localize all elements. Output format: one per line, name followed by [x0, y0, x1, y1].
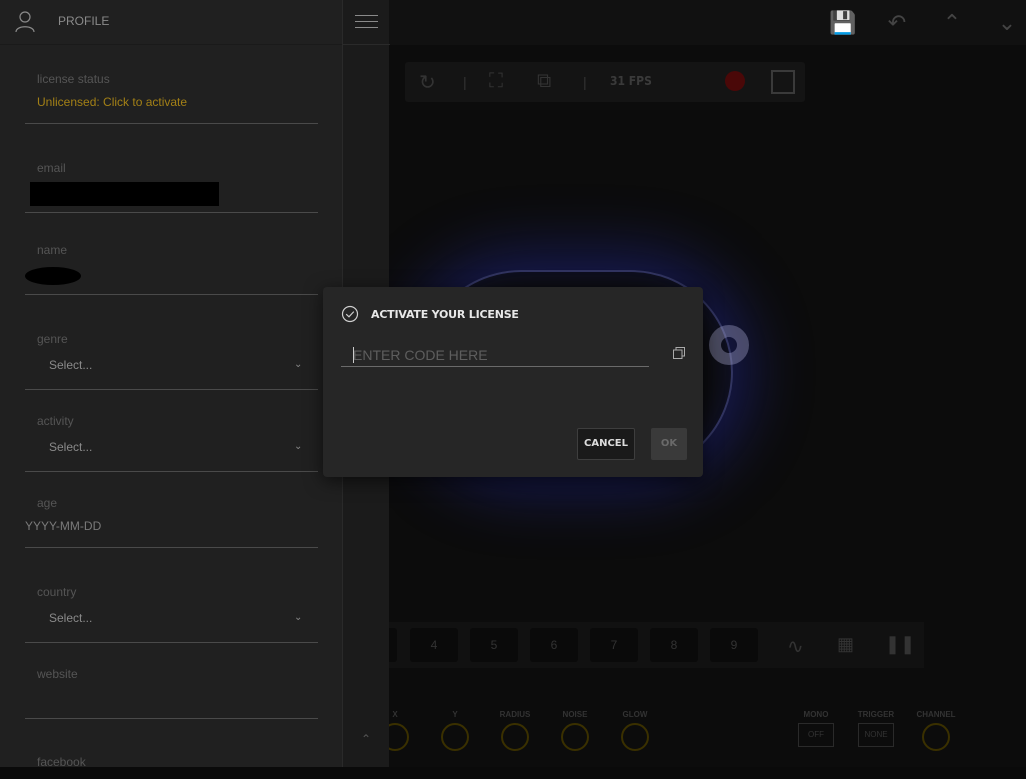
field-label: license status — [37, 72, 110, 86]
pad-row: 4 5 6 7 8 9 ∿ ▦ ❚❚ — [349, 622, 924, 668]
toolbar-divider: | — [463, 74, 467, 90]
field-label: genre — [37, 332, 68, 346]
scroll-up-icon[interactable]: ⌃ — [361, 732, 371, 746]
pad[interactable]: 7 — [590, 628, 638, 662]
email-field[interactable]: email — [25, 151, 318, 213]
top-bar: 💾 ↶ ⌃ ⌄ — [389, 0, 1026, 45]
field-label: name — [37, 243, 68, 257]
knob-channel[interactable]: CHANNEL — [911, 710, 961, 751]
country-select[interactable]: country Select... ⌄ — [25, 575, 318, 643]
cancel-button[interactable]: CANCEL — [577, 428, 635, 460]
chevron-up-icon[interactable]: ⌃ — [939, 10, 965, 36]
knob-trigger[interactable]: TRIGGER NONE — [851, 710, 901, 747]
knob-mono[interactable]: MONO OFF — [791, 710, 841, 747]
profile-header: PROFILE — [0, 0, 342, 45]
activate-license-dialog: ACTIVATE YOUR LICENSE CANCEL OK — [323, 287, 703, 477]
hamburger-menu-button[interactable] — [343, 0, 390, 45]
wave-icon[interactable]: ∿ — [787, 634, 804, 659]
select-value: Select... — [49, 440, 93, 454]
fullscreen-icon[interactable]: ⛶ — [489, 70, 503, 93]
license-status-link[interactable]: Unlicensed: Click to activate — [37, 95, 187, 109]
pad[interactable]: 9 — [710, 628, 758, 662]
knob-glow[interactable]: GLOW — [610, 710, 660, 751]
field-label: website — [37, 667, 78, 681]
license-status-field[interactable]: license status Unlicensed: Click to acti… — [25, 62, 318, 124]
field-label: country — [37, 585, 77, 599]
field-label: age — [37, 496, 58, 510]
dialog-title: ACTIVATE YOUR LICENSE — [371, 308, 519, 321]
copy-window-icon[interactable]: ⧉ — [537, 70, 551, 93]
website-field[interactable]: website — [25, 657, 318, 719]
waveform-icon[interactable]: ❚❚ — [885, 634, 915, 655]
name-field[interactable]: name — [25, 233, 318, 295]
paste-icon[interactable] — [672, 346, 686, 360]
toolbar-divider: | — [583, 74, 587, 90]
redacted-email — [30, 182, 219, 206]
profile-panel: PROFILE license status Unlicensed: Click… — [0, 0, 342, 769]
chevron-down-icon: ⌄ — [294, 441, 303, 452]
knob-y[interactable]: Y — [430, 710, 480, 751]
save-icon[interactable]: 💾 — [829, 10, 856, 36]
pad[interactable]: 6 — [530, 628, 578, 662]
fps-counter: 31 FPS — [610, 74, 652, 88]
pad[interactable]: 4 — [410, 628, 458, 662]
license-code-input[interactable] — [341, 343, 649, 367]
preview-toolbar: ↻ | ⛶ ⧉ | 31 FPS — [405, 62, 805, 102]
redacted-name — [25, 267, 81, 285]
age-value[interactable]: YYYY-MM-DD — [25, 519, 101, 533]
chevron-down-icon[interactable]: ⌄ — [994, 10, 1020, 36]
knob-noise[interactable]: NOISE — [550, 710, 600, 751]
knob-radius[interactable]: RADIUS — [490, 710, 540, 751]
facebook-field[interactable]: facebook — [25, 739, 318, 779]
pad[interactable]: 8 — [650, 628, 698, 662]
select-value: Select... — [49, 611, 93, 625]
select-value: Select... — [49, 358, 93, 372]
user-icon — [15, 11, 35, 33]
check-circle-icon — [341, 305, 359, 323]
text-caret — [353, 347, 354, 363]
stop-button[interactable] — [771, 70, 795, 94]
refresh-icon[interactable]: ↻ — [419, 70, 436, 95]
age-field[interactable]: age YYYY-MM-DD — [25, 486, 318, 548]
pad[interactable]: 5 — [470, 628, 518, 662]
ok-button[interactable]: OK — [651, 428, 687, 460]
chevron-down-icon: ⌄ — [294, 359, 303, 370]
record-button[interactable] — [725, 71, 745, 91]
genre-select[interactable]: genre Select... ⌄ — [25, 322, 318, 390]
profile-title: PROFILE — [58, 14, 110, 28]
field-label: email — [37, 161, 66, 175]
grid-icon[interactable]: ▦ — [837, 634, 854, 655]
neon-dot — [709, 325, 749, 365]
knob-row: X Y RADIUS NOISE GLOW MONO OFF TRIGGER NON… — [381, 700, 1026, 767]
field-label: activity — [37, 414, 74, 428]
activity-select[interactable]: activity Select... ⌄ — [25, 404, 318, 472]
chevron-down-icon: ⌄ — [294, 612, 303, 623]
undo-icon[interactable]: ↶ — [884, 10, 910, 36]
